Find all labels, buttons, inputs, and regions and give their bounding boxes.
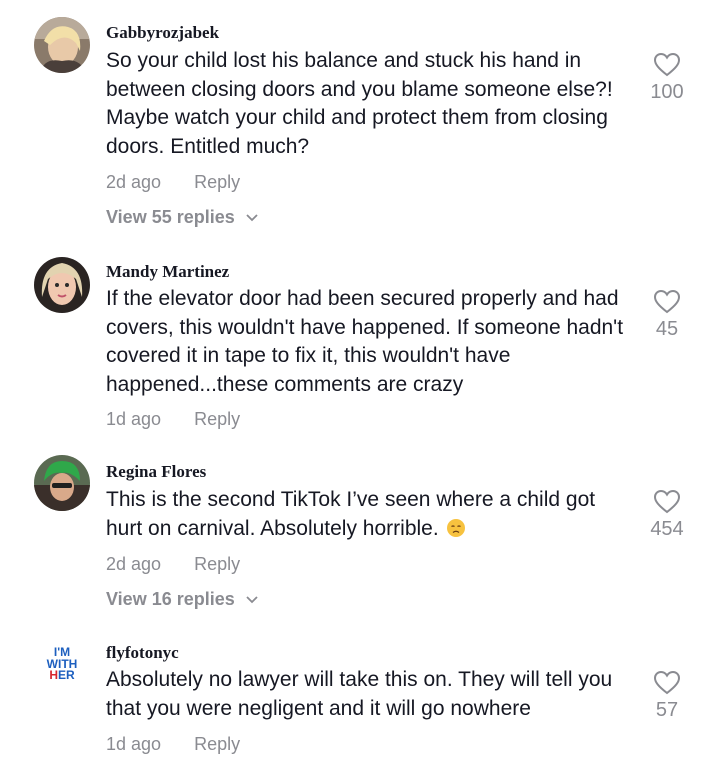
comment-username[interactable]: Gabbyrozjabek: [106, 23, 219, 43]
chevron-down-icon: [246, 596, 258, 604]
user-avatar[interactable]: [34, 17, 90, 73]
comment-meta: 2d ago Reply: [106, 554, 240, 575]
like-button[interactable]: 57: [637, 670, 697, 722]
comment-item: Gabbyrozjabek So your child lost his bal…: [0, 0, 709, 245]
comment-text: This is the second TikTok I’ve seen wher…: [106, 488, 596, 540]
comment-time: 2d ago: [106, 554, 162, 574]
like-count: 45: [655, 318, 679, 340]
user-avatar[interactable]: [34, 257, 90, 313]
user-avatar[interactable]: [34, 455, 90, 511]
like-count: 57: [655, 699, 679, 721]
reply-button[interactable]: Reply: [194, 554, 240, 574]
disappointed-face-emoji: [446, 518, 465, 537]
view-replies-button[interactable]: View 16 replies: [106, 589, 258, 610]
heart-icon: [653, 489, 681, 514]
heart-icon: [653, 289, 681, 314]
comment-time: 1d ago: [106, 734, 162, 754]
reply-button[interactable]: Reply: [194, 734, 240, 754]
avatar-text-accent: H: [49, 668, 58, 682]
like-button[interactable]: 100: [637, 52, 697, 104]
comment-text: So your child lost his balance and stuck…: [106, 49, 613, 158]
reply-button[interactable]: Reply: [194, 409, 240, 429]
chevron-down-icon: [246, 214, 258, 222]
user-avatar[interactable]: I'M WITH HER: [34, 636, 90, 692]
reply-button[interactable]: Reply: [194, 172, 240, 192]
like-button[interactable]: 45: [637, 289, 697, 341]
comment-meta: 1d ago Reply: [106, 409, 240, 430]
comment-username[interactable]: flyfotonyc: [106, 643, 179, 663]
like-count: 454: [650, 518, 684, 540]
like-button[interactable]: 454: [637, 489, 697, 541]
heart-icon: [653, 52, 681, 77]
comment-meta: 2d ago Reply: [106, 172, 240, 193]
comment-username[interactable]: Regina Flores: [106, 462, 206, 482]
comment-username[interactable]: Mandy Martinez: [106, 262, 229, 282]
comment-meta: 1d ago Reply: [106, 734, 240, 755]
heart-icon: [653, 670, 681, 695]
comment-time: 2d ago: [106, 172, 162, 192]
view-replies-label: View 16 replies: [106, 589, 235, 609]
like-count: 100: [650, 81, 684, 103]
comment-item: Regina Flores This is the second TikTok …: [0, 445, 709, 628]
avatar-text-line: HER: [34, 668, 90, 682]
view-replies-button[interactable]: View 55 replies: [106, 207, 258, 228]
comment-text: Absolutely no lawyer will take this on. …: [106, 668, 613, 720]
comment-time: 1d ago: [106, 409, 162, 429]
avatar-text-rest: ER: [58, 668, 75, 682]
comment-item: I'M WITH HER flyfotonyc Absolutely no la…: [0, 628, 709, 758]
comment-text-block: This is the second TikTok I’ve seen wher…: [106, 486, 636, 543]
comment-text: If the elevator door had been secured pr…: [106, 287, 624, 396]
view-replies-label: View 55 replies: [106, 207, 235, 227]
comment-item: Mandy Martinez If the elevator door had …: [0, 245, 709, 445]
